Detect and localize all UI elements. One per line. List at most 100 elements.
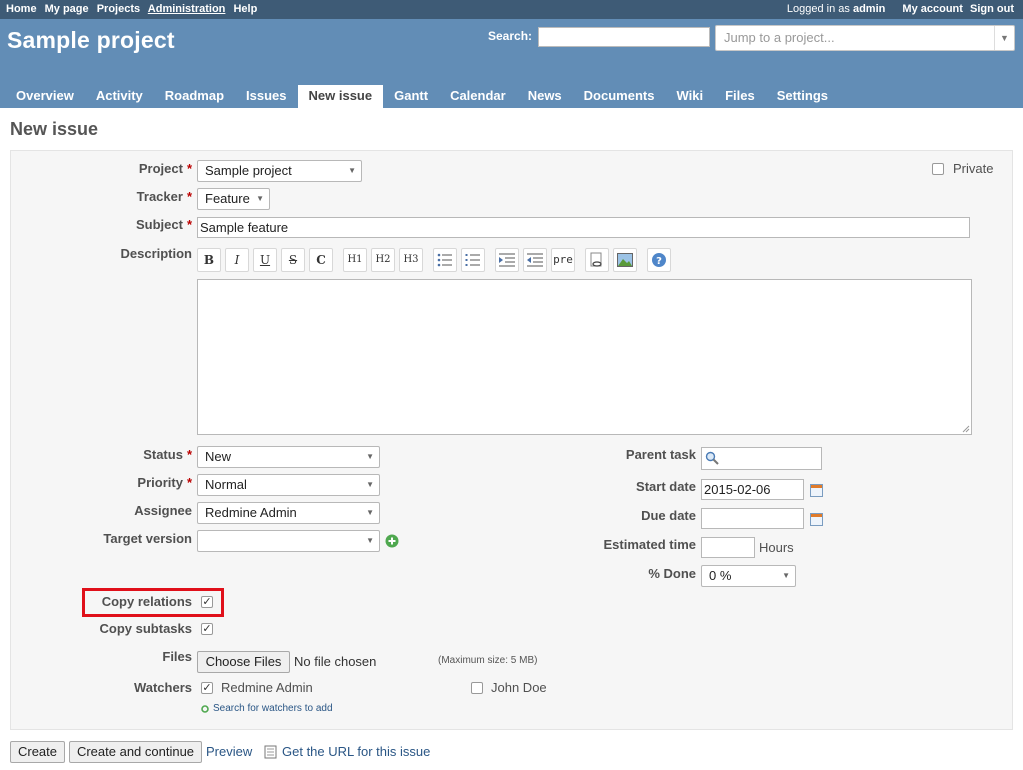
copy-relations-label: Copy relations — [101, 594, 192, 609]
tab-documents[interactable]: Documents — [573, 85, 666, 108]
heading-1-button[interactable]: H1 — [343, 248, 367, 272]
top-menu: Home My page Projects Administration Hel… — [0, 0, 1023, 19]
tab-new-issue[interactable]: New issue — [297, 85, 384, 108]
assignee-select[interactable]: Redmine Admin ▼ — [197, 502, 380, 524]
logged-in-user[interactable]: admin — [853, 3, 885, 15]
watcher-checkbox[interactable] — [471, 682, 483, 694]
create-and-continue-button[interactable]: Create and continue — [69, 741, 202, 763]
parent-task-input[interactable] — [701, 447, 822, 470]
done-ratio-label: % Done — [648, 566, 696, 581]
top-link-my-page[interactable]: My page — [45, 3, 89, 15]
project-select[interactable]: Sample project ▼ — [197, 160, 362, 182]
no-file-text: No file chosen — [294, 654, 377, 669]
outdent-button[interactable] — [523, 248, 547, 272]
tab-activity[interactable]: Activity — [85, 85, 154, 108]
required-marker: * — [186, 161, 192, 176]
top-link-help[interactable]: Help — [233, 3, 257, 15]
sign-out-link[interactable]: Sign out — [970, 3, 1014, 15]
logged-in-text: Logged in as admin — [787, 3, 885, 15]
heading-2-button[interactable]: H2 — [371, 248, 395, 272]
inline-code-button[interactable]: C — [309, 248, 333, 272]
tracker-label: Tracker * — [100, 189, 192, 204]
chevron-down-icon: ▼ — [256, 194, 264, 203]
tab-gantt[interactable]: Gantt — [383, 85, 439, 108]
unordered-list-icon — [437, 253, 452, 267]
hours-label: Hours — [759, 540, 794, 555]
add-version-icon[interactable] — [385, 534, 399, 548]
strikethrough-button[interactable]: S — [281, 248, 305, 272]
svg-text:?: ? — [656, 256, 662, 267]
heading-3-button[interactable]: H3 — [399, 248, 423, 272]
private-label: Private — [953, 161, 994, 176]
search-watchers-link[interactable]: Search for watchers to add — [213, 703, 333, 714]
underline-button[interactable]: U — [253, 248, 277, 272]
status-label-text: Status — [143, 447, 183, 462]
top-link-administration[interactable]: Administration — [148, 3, 226, 15]
resize-handle-icon[interactable] — [962, 425, 970, 433]
done-ratio-select[interactable]: 0 % ▼ — [701, 565, 796, 587]
help-button[interactable]: ? — [647, 248, 671, 272]
tab-issues[interactable]: Issues — [235, 85, 297, 108]
copy-subtasks-checkbox[interactable]: ✓ — [201, 623, 213, 635]
chevron-down-icon: ▼ — [366, 536, 374, 545]
indent-icon — [499, 253, 515, 267]
status-select[interactable]: New ▼ — [197, 446, 380, 468]
required-marker: * — [186, 447, 192, 462]
subject-input[interactable]: Sample feature — [197, 217, 970, 238]
chevron-down-icon: ▼ — [366, 452, 374, 461]
page-title: New issue — [10, 119, 99, 139]
tab-files[interactable]: Files — [714, 85, 766, 108]
start-date-input[interactable]: 2015-02-06 — [701, 479, 804, 500]
search-input[interactable] — [538, 27, 710, 47]
required-marker: * — [186, 475, 192, 490]
subject-label-text: Subject — [135, 217, 183, 232]
calendar-icon[interactable] — [810, 484, 823, 497]
calendar-icon[interactable] — [810, 513, 823, 526]
due-date-label: Due date — [641, 508, 696, 523]
tab-roadmap[interactable]: Roadmap — [154, 85, 235, 108]
tab-calendar[interactable]: Calendar — [439, 85, 517, 108]
watcher-name: John Doe — [491, 680, 547, 695]
top-menu-left: Home My page Projects Administration Hel… — [6, 3, 262, 15]
ordered-list-button[interactable] — [461, 248, 485, 272]
description-textarea[interactable] — [197, 279, 972, 435]
tracker-select[interactable]: Feature ▼ — [197, 188, 270, 210]
my-account-link[interactable]: My account — [902, 3, 963, 15]
tab-settings[interactable]: Settings — [766, 85, 839, 108]
unordered-list-button[interactable] — [433, 248, 457, 272]
bold-button[interactable]: B — [197, 248, 221, 272]
estimated-time-input[interactable] — [701, 537, 755, 558]
target-version-select[interactable]: ▼ — [197, 530, 380, 552]
preformatted-button[interactable]: pre — [551, 248, 575, 272]
jump-placeholder: Jump to a project... — [724, 30, 835, 45]
done-ratio-select-value: 0 % — [709, 568, 732, 583]
private-checkbox[interactable] — [932, 163, 944, 175]
chevron-down-icon: ▼ — [348, 166, 356, 175]
top-link-projects[interactable]: Projects — [97, 3, 140, 15]
tab-news[interactable]: News — [517, 85, 573, 108]
jump-to-project-select[interactable]: Jump to a project... ▼ — [715, 25, 1015, 51]
due-date-input[interactable] — [701, 508, 804, 529]
chevron-down-icon: ▼ — [366, 480, 374, 489]
tab-overview[interactable]: Overview — [5, 85, 85, 108]
link-button[interactable] — [585, 248, 609, 272]
create-button[interactable]: Create — [10, 741, 65, 763]
project-label-text: Project — [138, 161, 183, 176]
required-marker: * — [186, 189, 192, 204]
preview-link[interactable]: Preview — [206, 744, 252, 759]
watcher-name: Redmine Admin — [221, 680, 313, 695]
top-link-home[interactable]: Home — [6, 3, 37, 15]
project-title[interactable]: Sample project — [7, 27, 175, 54]
choose-files-button[interactable]: Choose Files — [197, 651, 290, 673]
help-icon: ? — [652, 253, 666, 267]
image-button[interactable] — [613, 248, 637, 272]
chevron-down-icon[interactable]: ▼ — [994, 26, 1014, 50]
indent-button[interactable] — [495, 248, 519, 272]
copy-relations-checkbox[interactable]: ✓ — [201, 596, 213, 608]
chevron-down-icon: ▼ — [366, 508, 374, 517]
italic-button[interactable]: I — [225, 248, 249, 272]
get-url-link[interactable]: Get the URL for this issue — [282, 744, 430, 759]
watcher-checkbox[interactable]: ✓ — [201, 682, 213, 694]
priority-select[interactable]: Normal ▼ — [197, 474, 380, 496]
tab-wiki[interactable]: Wiki — [665, 85, 714, 108]
